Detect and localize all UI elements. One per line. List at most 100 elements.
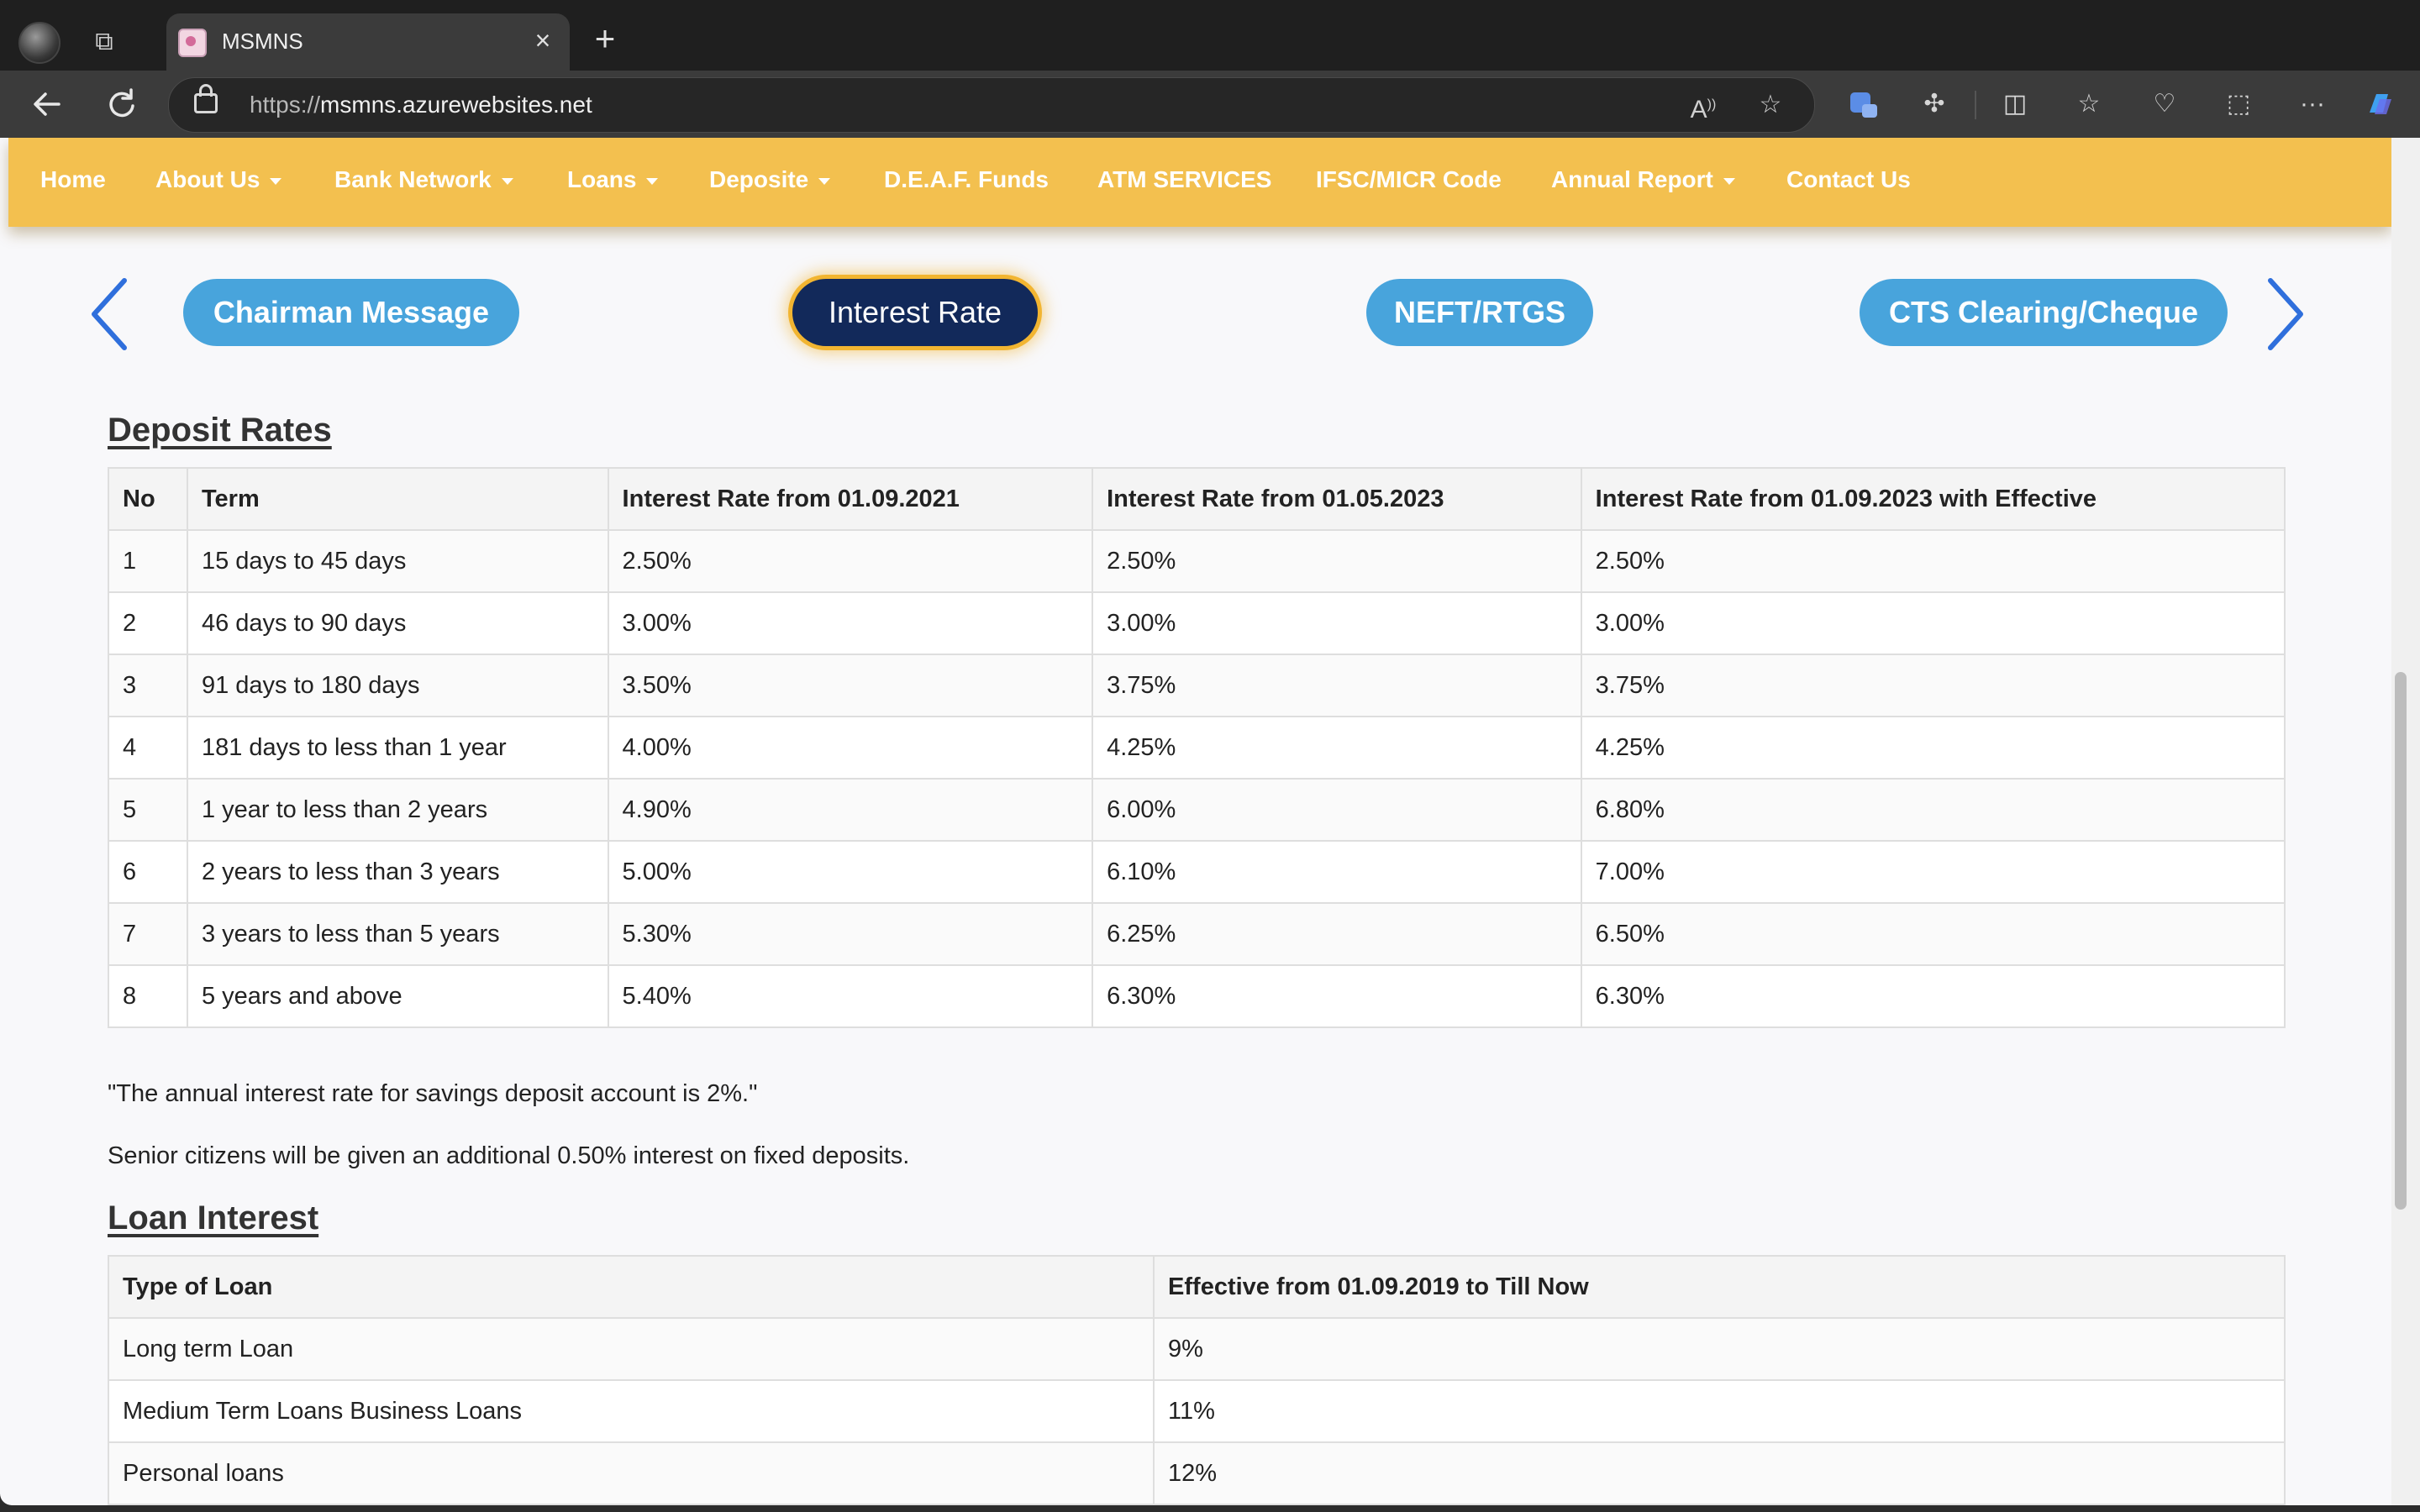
tab-chairman-message[interactable]: Chairman Message: [183, 279, 519, 346]
table-cell: 3 years to less than 5 years: [186, 902, 609, 966]
table-cell: 3.75%: [1580, 654, 2286, 717]
browser-tab[interactable]: MSMNS ×: [166, 13, 570, 71]
table-cell: 6.30%: [1092, 964, 1582, 1028]
table-row: 6 2 years to less than 3 years 5.00% 6.1…: [108, 840, 2286, 904]
table-row: 7 3 years to less than 5 years 5.30% 6.2…: [108, 902, 2286, 966]
more-menu-icon[interactable]: ···: [2296, 87, 2329, 121]
browser-tab-strip: ⧉ MSMNS × +: [0, 0, 2420, 71]
back-arrow-icon[interactable]: [29, 86, 66, 123]
column-header: Effective from 01.09.2019 to Till Now: [1153, 1255, 2286, 1319]
table-cell: Medium Term Loans Business Loans: [107, 1379, 1155, 1443]
copilot-icon[interactable]: [2363, 87, 2396, 121]
toolbar-divider: [1975, 91, 1976, 119]
chevron-left-icon[interactable]: [84, 272, 134, 356]
table-cell: 5.40%: [607, 964, 1094, 1028]
tab-close-icon[interactable]: ×: [528, 25, 558, 55]
table-cell: 46 days to 90 days: [186, 591, 609, 655]
table-row: 2 46 days to 90 days 3.00% 3.00% 3.00%: [108, 591, 2286, 655]
chevron-right-icon[interactable]: [2260, 272, 2311, 356]
nav-item-ifsc-micr[interactable]: IFSC/MICR Code: [1316, 166, 1502, 193]
tab-neft-rtgs[interactable]: NEFT/RTGS: [1366, 279, 1593, 346]
split-screen-icon[interactable]: ◫: [1998, 87, 2032, 121]
nav-item-bank-network[interactable]: Bank Network: [334, 166, 513, 193]
dropdown-caret-icon: [1723, 177, 1735, 185]
refresh-icon[interactable]: [103, 86, 139, 123]
screenshot-icon[interactable]: ⬚: [2222, 87, 2255, 121]
nav-item-about-us[interactable]: About Us: [155, 166, 282, 193]
url-text[interactable]: https://msmns.azurewebsites.net: [250, 92, 592, 118]
nav-item-contact-us[interactable]: Contact Us: [1786, 166, 1911, 193]
table-cell: 11%: [1153, 1379, 2286, 1443]
favorites-icon[interactable]: ☆: [2072, 87, 2106, 121]
profile-avatar[interactable]: [18, 22, 60, 64]
table-cell: 2.50%: [1092, 529, 1582, 593]
table-row: Personal loans 12%: [107, 1441, 2286, 1505]
table-cell: 3.50%: [607, 654, 1094, 717]
tab-interest-rate[interactable]: Interest Rate: [792, 279, 1038, 346]
nav-label: Annual Report: [1551, 166, 1713, 192]
table-cell: 6.50%: [1580, 902, 2286, 966]
table-cell: 5.30%: [607, 902, 1094, 966]
table-cell: 9%: [1153, 1317, 2286, 1381]
table-cell: 6.25%: [1092, 902, 1582, 966]
nav-item-loans[interactable]: Loans: [567, 166, 659, 193]
pill-label: Interest Rate: [828, 295, 1002, 329]
nav-label: Deposite: [709, 166, 809, 192]
table-cell: 5.00%: [607, 840, 1094, 904]
copilot-extension-icon[interactable]: [1847, 87, 1881, 121]
tab-actions-icon[interactable]: ⧉: [87, 25, 121, 59]
nav-item-annual-report[interactable]: Annual Report: [1551, 166, 1735, 193]
table-cell: 4.25%: [1580, 716, 2286, 780]
table-cell: 181 days to less than 1 year: [186, 716, 609, 780]
dropdown-caret-icon: [501, 177, 513, 185]
table-cell: 7.00%: [1580, 840, 2286, 904]
nav-item-atm-services[interactable]: ATM SERVICES: [1097, 166, 1271, 193]
column-header: No: [108, 467, 188, 531]
table-cell: 4.25%: [1092, 716, 1582, 780]
extensions-icon[interactable]: ✣: [1918, 87, 1951, 121]
browser-essentials-icon[interactable]: ♡: [2148, 87, 2181, 121]
table-row: 4 181 days to less than 1 year 4.00% 4.2…: [108, 716, 2286, 780]
table-cell: 2.50%: [607, 529, 1094, 593]
table-row: 3 91 days to 180 days 3.50% 3.75% 3.75%: [108, 654, 2286, 717]
table-row: 8 5 years and above 5.40% 6.30% 6.30%: [108, 964, 2286, 1028]
table-cell: Personal loans: [107, 1441, 1155, 1505]
dropdown-caret-icon: [646, 177, 659, 185]
column-header: Interest Rate from 01.09.2023 with Effec…: [1580, 467, 2286, 531]
table-cell: 5: [108, 778, 188, 842]
column-header: Term: [186, 467, 609, 531]
table-cell: 91 days to 180 days: [186, 654, 609, 717]
nav-label: ATM SERVICES: [1097, 166, 1272, 192]
nav-label: IFSC/MICR Code: [1316, 166, 1502, 192]
nav-item-deaf-funds[interactable]: D.E.A.F. Funds: [884, 166, 1049, 193]
favorite-star-icon[interactable]: ☆: [1755, 90, 1786, 120]
table-row: 5 1 year to less than 2 years 4.90% 6.00…: [108, 778, 2286, 842]
read-aloud-icon[interactable]: A)): [1688, 90, 1718, 123]
table-cell: 1 year to less than 2 years: [186, 778, 609, 842]
nav-item-home[interactable]: Home: [40, 166, 106, 193]
table-cell: 3: [108, 654, 188, 717]
nav-item-deposite[interactable]: Deposite: [709, 166, 831, 193]
dropdown-caret-icon: [818, 177, 831, 185]
table-cell: 6: [108, 840, 188, 904]
new-tab-icon[interactable]: +: [588, 21, 622, 56]
url-scheme: https://: [250, 92, 321, 118]
table-cell: 3.00%: [607, 591, 1094, 655]
column-header: Interest Rate from 01.05.2023: [1092, 467, 1582, 531]
table-cell: 6.80%: [1580, 778, 2286, 842]
table-cell: 12%: [1153, 1441, 2286, 1505]
pill-label: NEFT/RTGS: [1394, 295, 1565, 329]
table-cell: 3.75%: [1092, 654, 1582, 717]
table-row: Medium Term Loans Business Loans 11%: [107, 1379, 2286, 1443]
tab-cts-clearing[interactable]: CTS Clearing/Cheque: [1860, 279, 2228, 346]
deposit-rates-heading: Deposit Rates: [108, 412, 332, 449]
main-navbar: Home About Us Bank Network Loans Deposit…: [8, 138, 2391, 227]
address-bar[interactable]: https://msmns.azurewebsites.net A)) ☆: [168, 77, 1815, 133]
scrollbar-thumb[interactable]: [2395, 672, 2407, 1210]
savings-rate-note: "The annual interest rate for savings de…: [108, 1080, 758, 1107]
lock-icon[interactable]: [194, 84, 218, 113]
nav-label: D.E.A.F. Funds: [884, 166, 1049, 192]
table-cell: 2.50%: [1580, 529, 2286, 593]
tab-title: MSMNS: [222, 29, 303, 54]
nav-label: Loans: [567, 166, 637, 192]
